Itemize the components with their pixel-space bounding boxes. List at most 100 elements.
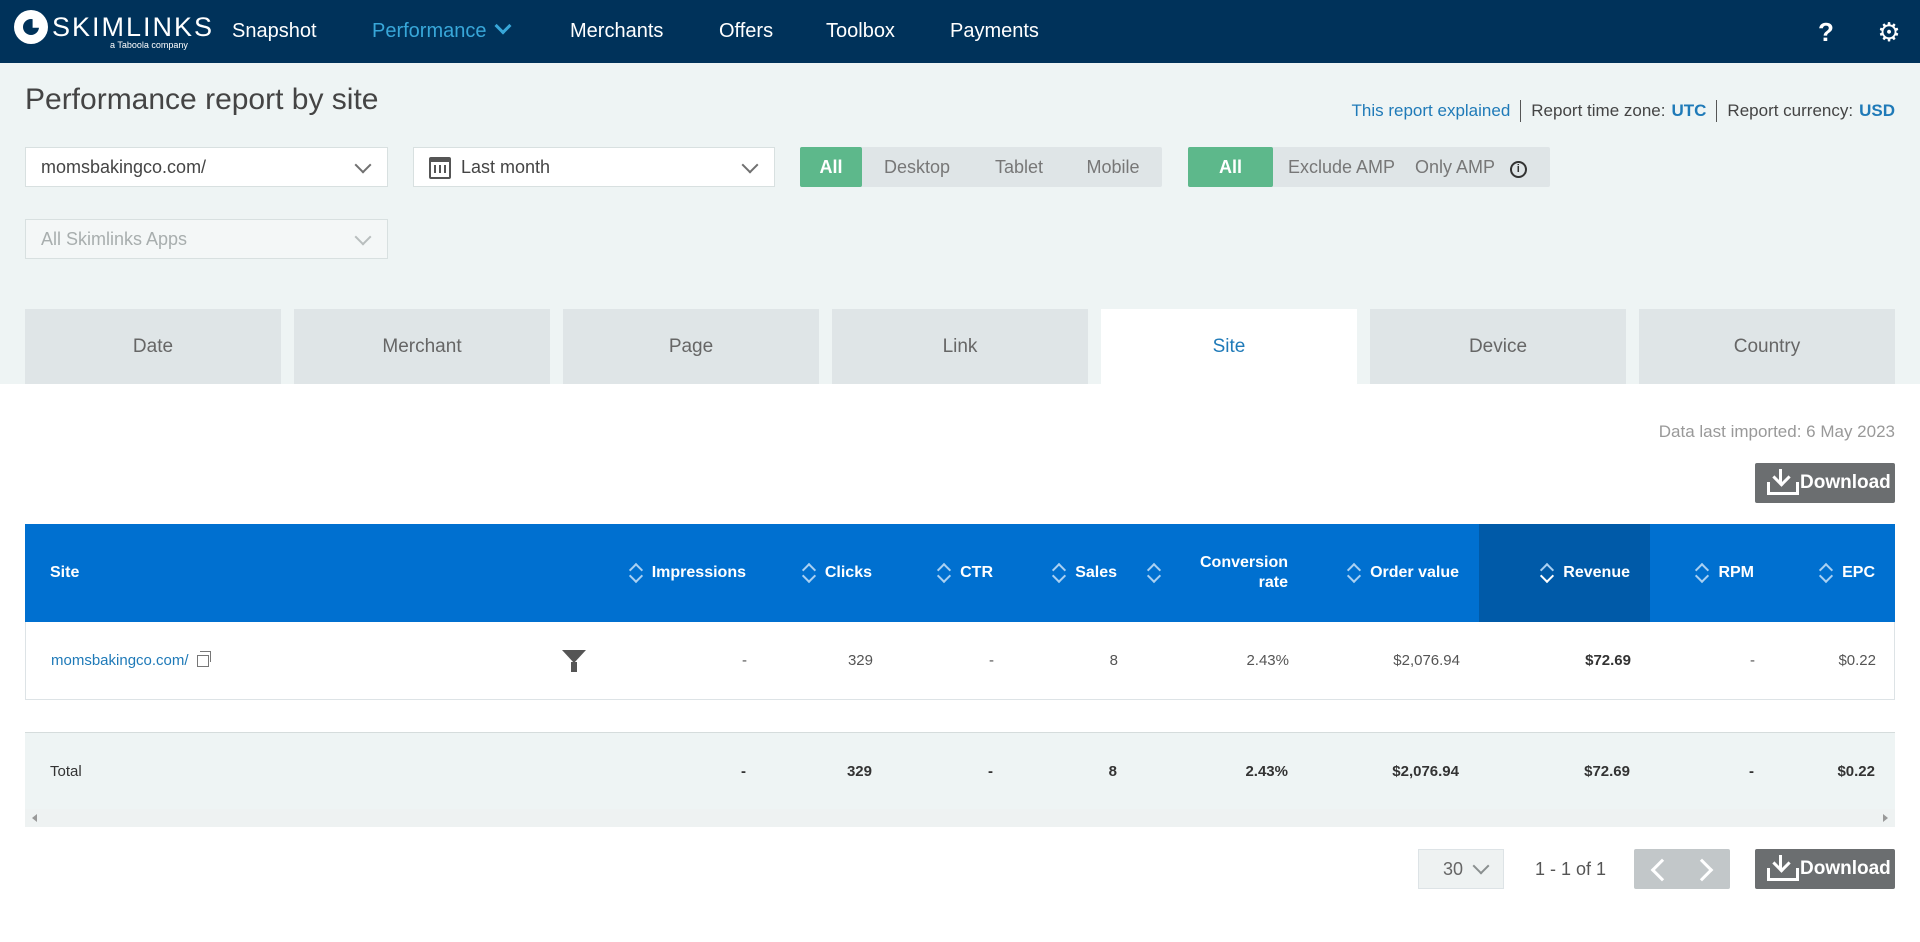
col-clicks-label: Clicks [824, 564, 872, 581]
download-button[interactable]: Download [1755, 463, 1895, 503]
device-desktop-button[interactable]: Desktop [862, 147, 972, 187]
tab-country[interactable]: Country [1639, 309, 1895, 384]
data-last-imported: Data last imported: 6 May 2023 [1658, 422, 1895, 441]
device-tablet-button[interactable]: Tablet [972, 147, 1066, 187]
cell-clicks: 329 [847, 652, 873, 669]
apps-select: All Skimlinks Apps [25, 219, 388, 259]
calendar-icon [429, 157, 451, 179]
nav-performance-label: Performance [372, 20, 487, 42]
col-ctr-label: CTR [960, 564, 993, 581]
sort-icon [1148, 562, 1158, 584]
col-sales[interactable]: Sales [1013, 524, 1137, 622]
amp-exclude-button[interactable]: Exclude AMP [1273, 147, 1410, 187]
total-epc: $0.22 [1837, 762, 1875, 780]
rows-per-page-select[interactable]: 30 [1418, 849, 1504, 889]
report-explained-link[interactable]: This report explained [1352, 101, 1511, 121]
device-all-button[interactable]: All [800, 147, 862, 187]
skimlinks-logo[interactable]: SKIMLINKS a Taboola company [14, 10, 212, 54]
tab-link[interactable]: Link [832, 309, 1088, 384]
col-conversion-rate-label: Conversion rate [1200, 553, 1288, 593]
total-revenue: $72.69 [1584, 762, 1630, 780]
col-conversion-line2: rate [1258, 574, 1288, 591]
date-range-select[interactable]: Last month [413, 147, 775, 187]
download-button-bottom[interactable]: Download [1755, 849, 1895, 889]
download-label: Download [1800, 472, 1891, 493]
chevron-down-icon [1472, 857, 1490, 875]
col-rpm-label: RPM [1718, 564, 1754, 581]
tab-site[interactable]: Site [1101, 309, 1357, 384]
cell-revenue: $72.69 [1585, 652, 1631, 669]
amp-only-button[interactable]: Only AMP i [1410, 147, 1550, 187]
table-header: Site Impressions Clicks CTR Sales Conver… [25, 524, 1895, 622]
timezone-value[interactable]: UTC [1671, 101, 1706, 121]
divider [1716, 100, 1718, 122]
site-select[interactable]: momsbakingco.com/ [25, 147, 388, 187]
nav-merchants[interactable]: Merchants [570, 0, 663, 63]
col-clicks[interactable]: Clicks [766, 524, 892, 622]
total-ctr: - [988, 762, 993, 780]
col-revenue-label: Revenue [1563, 564, 1630, 581]
col-rpm[interactable]: RPM [1650, 524, 1774, 622]
total-impressions: - [741, 762, 746, 780]
col-order-value-label: Order value [1370, 564, 1459, 581]
chevron-down-icon [354, 228, 372, 246]
page-title: Performance report by site [25, 83, 379, 116]
gear-icon[interactable]: ⚙ [1874, 17, 1904, 47]
info-icon[interactable]: i [1509, 161, 1527, 178]
currency-value[interactable]: USD [1859, 101, 1895, 121]
download-icon [1767, 855, 1799, 881]
download-icon [1767, 469, 1799, 495]
col-impressions-label: Impressions [651, 564, 746, 581]
tab-merchant[interactable]: Merchant [294, 309, 550, 384]
nav-payments[interactable]: Payments [950, 0, 1039, 63]
cell-conversion-rate: 2.43% [1246, 652, 1289, 669]
site-link[interactable]: momsbakingco.com/ [51, 652, 189, 669]
col-site[interactable]: Site [25, 524, 585, 622]
col-order-value[interactable]: Order value [1308, 524, 1479, 622]
currency-label: Report currency: [1727, 101, 1854, 120]
site-select-value: momsbakingco.com/ [41, 157, 207, 177]
horizontal-scrollbar[interactable] [25, 809, 1895, 827]
date-range-value: Last month [461, 157, 551, 177]
col-sales-label: Sales [1075, 564, 1117, 581]
tab-device[interactable]: Device [1370, 309, 1626, 384]
nav-performance[interactable]: Performance [372, 0, 511, 63]
col-epc[interactable]: EPC [1774, 524, 1895, 622]
logo-text: SKIMLINKS [52, 12, 215, 42]
cell-site: momsbakingco.com/ [26, 622, 526, 699]
sort-icon [1820, 562, 1830, 584]
copy-icon[interactable] [196, 650, 211, 667]
pagination-nav [1634, 849, 1730, 889]
col-impressions[interactable]: Impressions [585, 524, 766, 622]
col-revenue[interactable]: Revenue [1479, 524, 1650, 622]
scroll-left-icon[interactable] [32, 814, 37, 822]
cell-ctr: - [989, 652, 994, 669]
total-order-value: $2,076.94 [1392, 762, 1459, 780]
amp-all-button[interactable]: All [1188, 147, 1273, 187]
total-rpm: - [1749, 762, 1754, 780]
col-conversion-rate[interactable]: Conversion rate [1137, 524, 1308, 622]
nav-offers[interactable]: Offers [719, 0, 773, 63]
prev-page-icon[interactable] [1634, 849, 1682, 889]
chevron-down-icon [741, 156, 759, 174]
report-meta: This report explained Report time zone: … [1352, 100, 1895, 122]
tab-page[interactable]: Page [563, 309, 819, 384]
download-label: Download [1800, 858, 1891, 879]
col-epc-label: EPC [1842, 564, 1875, 581]
cell-rpm: - [1750, 652, 1755, 669]
next-page-icon[interactable] [1682, 849, 1730, 889]
logo-mark-icon [14, 10, 48, 44]
nav-snapshot[interactable]: Snapshot [232, 0, 317, 63]
col-ctr[interactable]: CTR [892, 524, 1013, 622]
cell-impressions: - [742, 652, 747, 669]
filter-icon[interactable] [562, 650, 586, 672]
sort-icon [1696, 562, 1706, 584]
cell-sales: 8 [1109, 652, 1118, 669]
help-icon[interactable]: ? [1811, 17, 1841, 47]
chevron-down-icon [494, 17, 511, 35]
device-mobile-button[interactable]: Mobile [1066, 147, 1160, 187]
scroll-right-icon[interactable] [1883, 814, 1888, 822]
tab-date[interactable]: Date [25, 309, 281, 384]
sort-desc-icon [1541, 562, 1551, 584]
nav-toolbox[interactable]: Toolbox [826, 0, 895, 63]
